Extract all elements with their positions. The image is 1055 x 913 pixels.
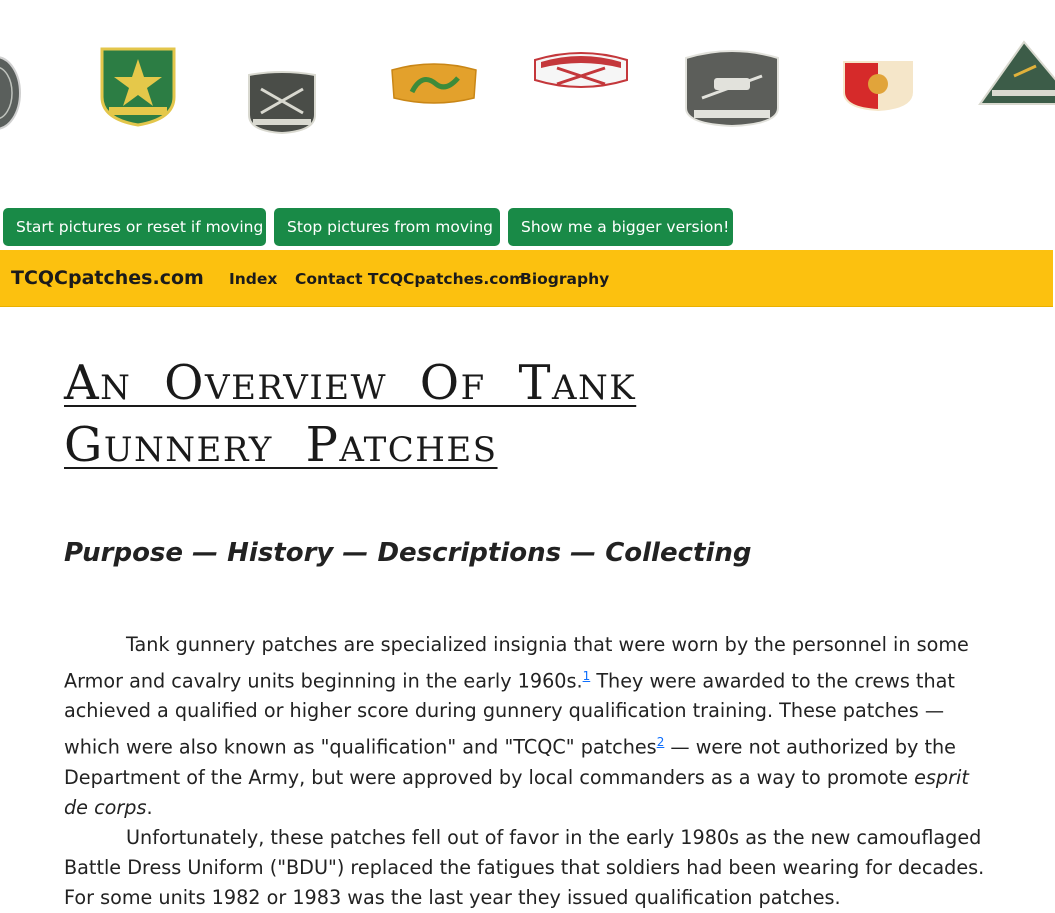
- page-subtitle: Purpose — History — Descriptions — Colle…: [64, 538, 752, 568]
- nav-link-biography[interactable]: Biography: [520, 270, 609, 288]
- bigger-version-button[interactable]: Show me a bigger version!: [508, 208, 733, 246]
- site-brand[interactable]: TCQCpatches.com: [11, 267, 204, 289]
- gray-shield-patch-icon: [248, 71, 316, 135]
- top-navbar: TCQCpatches.com Index Contact TCQCpatche…: [0, 250, 1053, 307]
- start-pictures-button[interactable]: Start pictures or reset if moving: [3, 208, 266, 246]
- nav-link-index[interactable]: Index: [229, 270, 277, 288]
- gray-distinguished-patch-icon: [685, 50, 779, 128]
- article-body: Tank gunnery patches are specialized ins…: [64, 630, 986, 913]
- red-yellow-shield-patch-icon: [843, 61, 913, 112]
- paragraph-1: Tank gunnery patches are specialized ins…: [64, 633, 969, 819]
- page-title[interactable]: An Overview Of Tank Gunnery Patches: [64, 352, 864, 476]
- circle-patch-icon: [0, 56, 21, 130]
- paragraph-2: Unfortunately, these patches fell out of…: [64, 825, 985, 909]
- stop-pictures-button[interactable]: Stop pictures from moving: [274, 208, 500, 246]
- nav-link-contact[interactable]: Contact TCQCpatches.com: [295, 270, 525, 288]
- patch-carousel: [0, 0, 1055, 195]
- orange-dragon-patch-icon: [391, 63, 477, 104]
- green-triangle-patch-icon: [978, 40, 1055, 105]
- green-star-patch-icon: [100, 47, 176, 127]
- red-white-sabres-patch-icon: [534, 52, 628, 88]
